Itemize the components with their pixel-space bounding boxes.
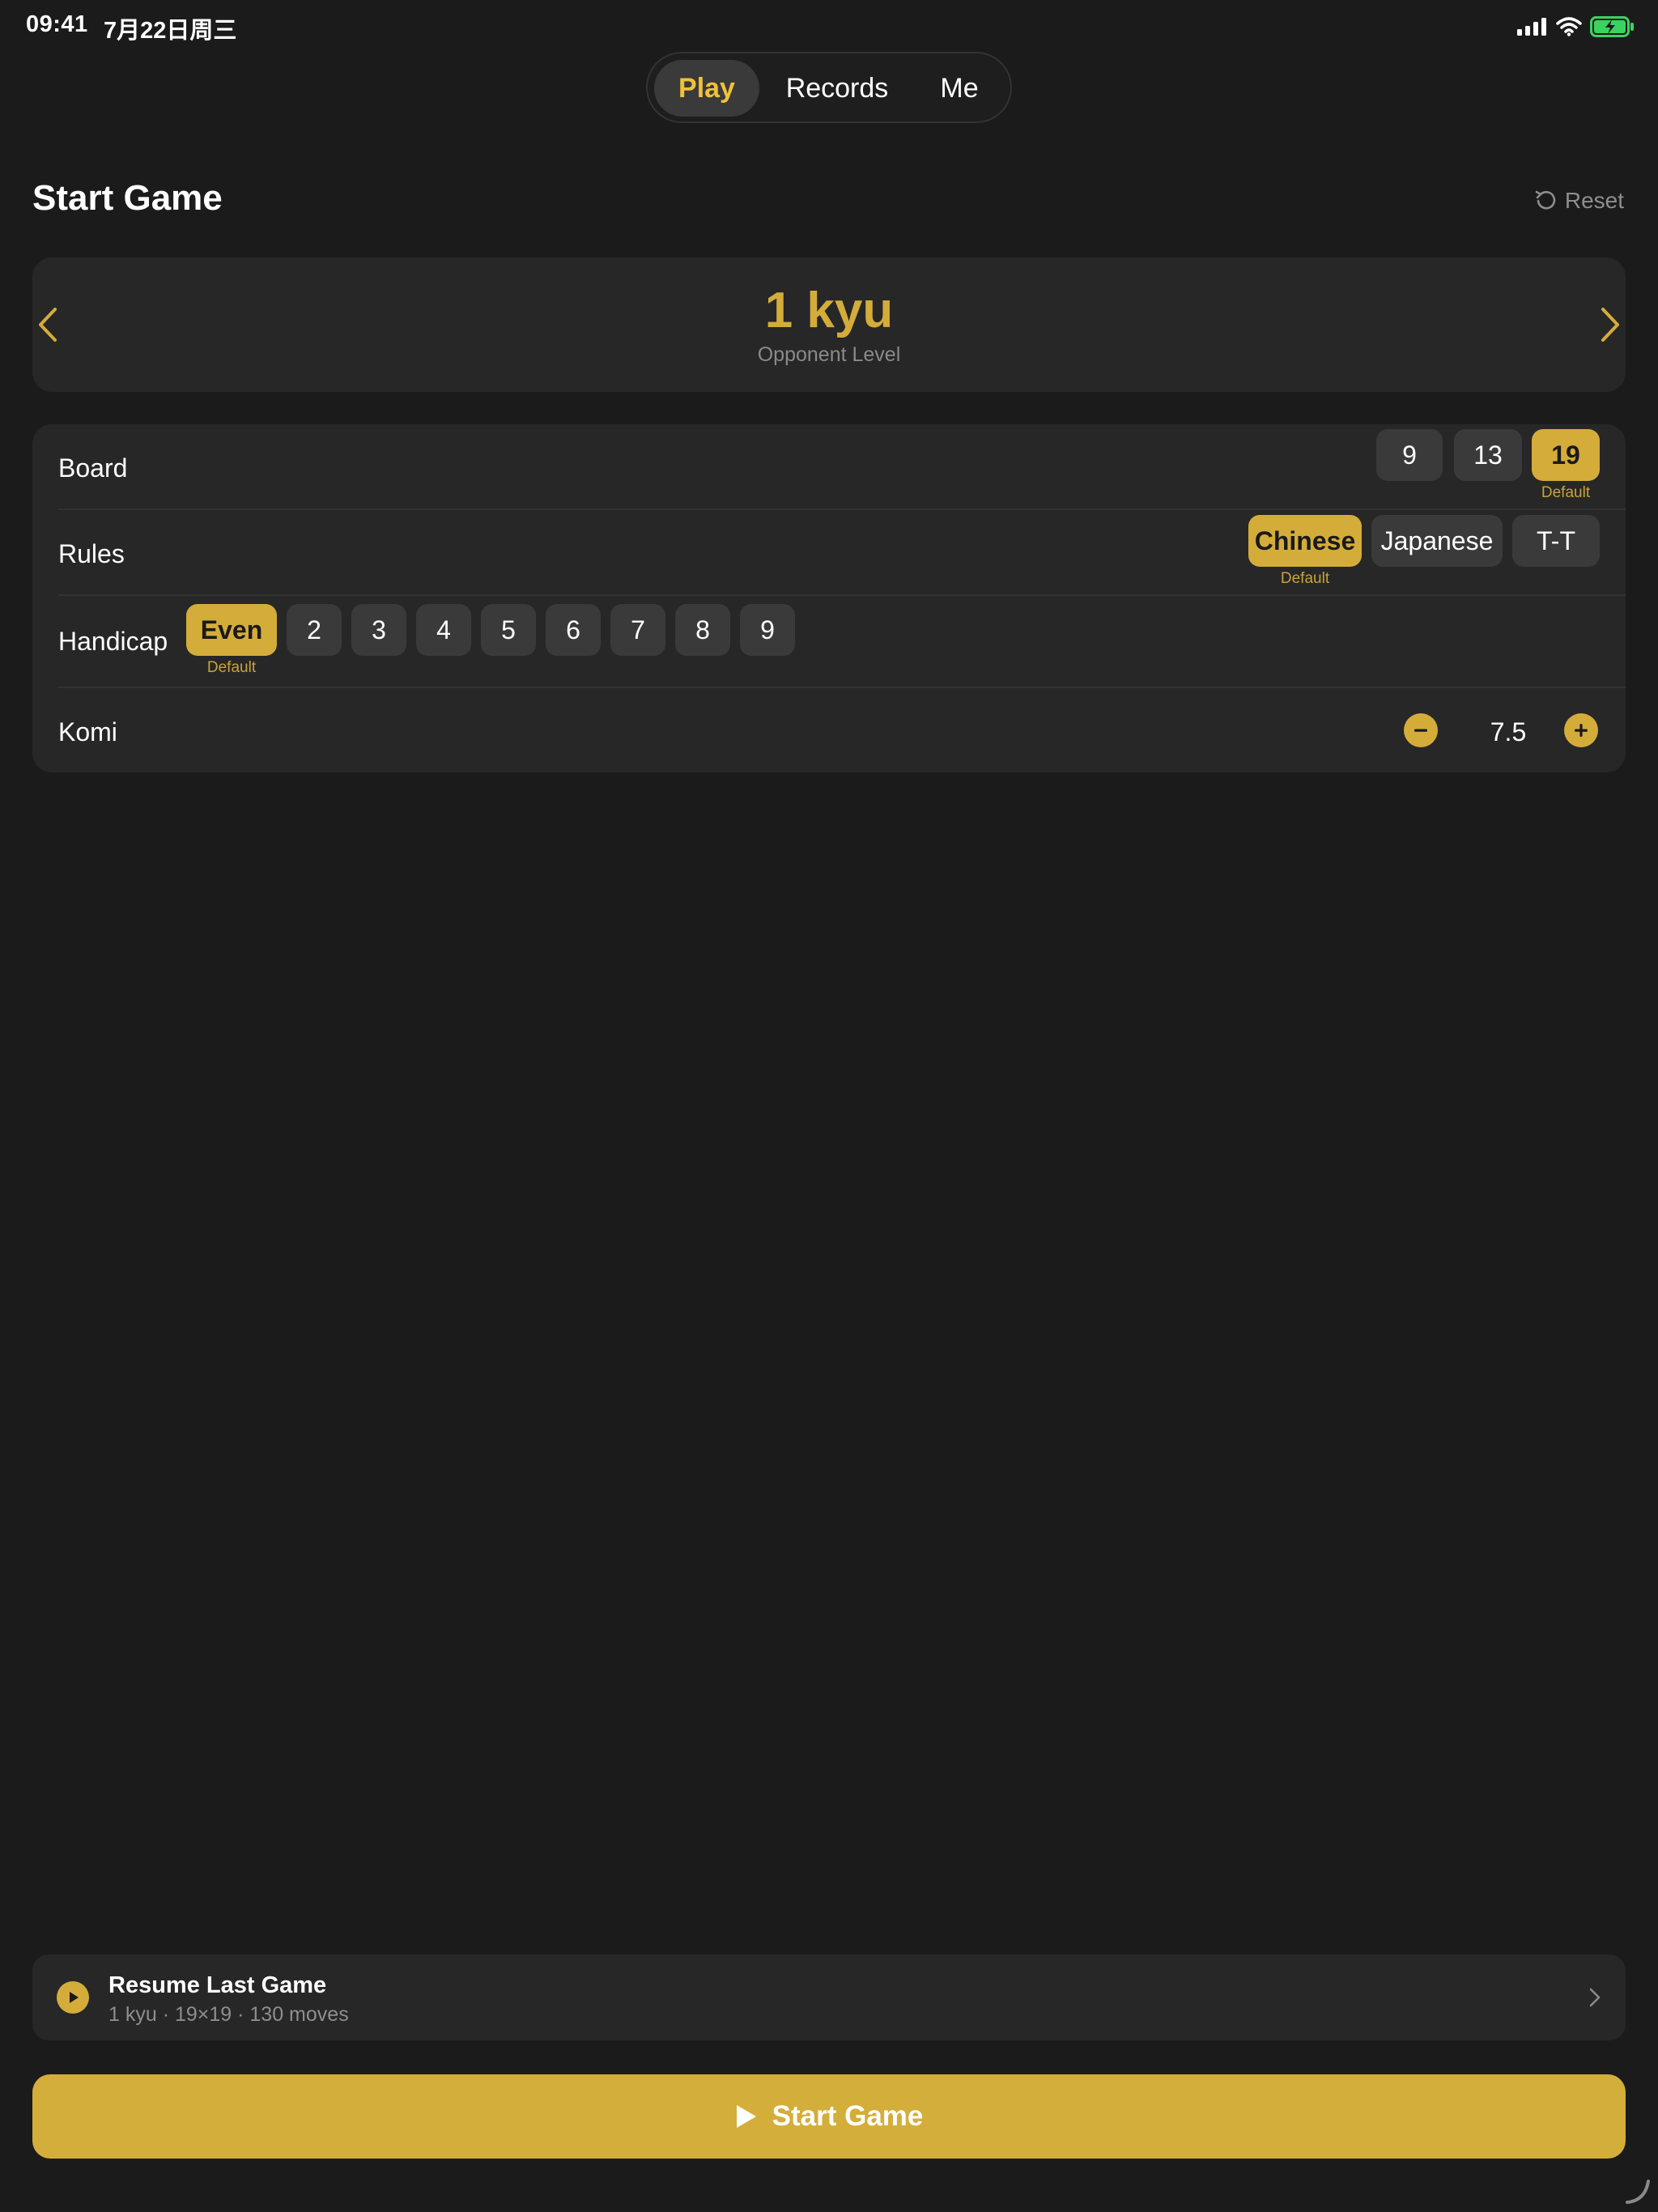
handicap-option-9[interactable]: 9	[740, 604, 795, 656]
board-label: Board	[58, 453, 128, 483]
main-tab-bar: Play Records Me	[646, 52, 1012, 123]
wifi-icon	[1556, 17, 1582, 36]
status-time: 09:41	[26, 11, 88, 37]
rules-label: Rules	[58, 539, 125, 568]
resume-subtitle: 1 kyu · 19×19 · 130 moves	[108, 2003, 349, 2026]
komi-increase-button[interactable]	[1564, 713, 1598, 747]
opponent-level-value: 1 kyu	[764, 283, 894, 338]
resume-last-game-card[interactable]: Resume Last Game 1 kyu · 19×19 · 130 mov…	[32, 1955, 1626, 2040]
game-settings-card: Board 9 13 19 Default Rules Chinese Japa…	[32, 424, 1626, 772]
rules-default-label: Default	[1280, 570, 1330, 587]
status-bar: 09:41 7月22日周三	[0, 0, 1658, 52]
handicap-option-5[interactable]: 5	[481, 604, 536, 656]
battery-charging-icon	[1590, 16, 1634, 37]
rules-option-japanese[interactable]: Japanese	[1371, 515, 1503, 567]
minus-icon	[1414, 729, 1427, 732]
komi-value: 7.5	[1490, 717, 1527, 747]
start-game-button[interactable]: Start Game	[32, 2074, 1626, 2159]
play-circle-icon	[57, 1981, 89, 2014]
resume-title: Resume Last Game	[108, 1972, 327, 1998]
handicap-option-7[interactable]: 7	[610, 604, 665, 656]
status-icons	[1517, 15, 1635, 39]
chevron-right-icon	[1589, 1988, 1601, 2007]
opponent-level-caption: Opponent Level	[757, 343, 901, 366]
divider	[58, 594, 1626, 596]
reset-label: Reset	[1564, 188, 1624, 213]
tab-me[interactable]: Me	[915, 60, 1004, 117]
resize-handle-icon	[1626, 2180, 1650, 2204]
handicap-default-label: Default	[206, 659, 257, 676]
divider	[58, 687, 1626, 688]
board-option-9[interactable]: 9	[1376, 429, 1443, 481]
signal-icon	[1517, 18, 1546, 36]
handicap-option-even[interactable]: Even	[186, 604, 277, 656]
tab-play[interactable]: Play	[654, 60, 759, 117]
board-option-19[interactable]: 19	[1532, 429, 1600, 481]
handicap-label: Handicap	[58, 627, 168, 656]
plus-icon	[1575, 724, 1588, 737]
komi-label: Komi	[58, 717, 117, 747]
reset-icon	[1535, 190, 1556, 210]
rules-option-chinese[interactable]: Chinese	[1248, 515, 1362, 567]
reset-button[interactable]: Reset	[1534, 188, 1624, 214]
board-option-13[interactable]: 13	[1454, 429, 1522, 481]
board-default-label: Default	[1541, 484, 1591, 501]
handicap-option-3[interactable]: 3	[351, 604, 406, 656]
handicap-option-8[interactable]: 8	[675, 604, 730, 656]
handicap-option-6[interactable]: 6	[546, 604, 601, 656]
handicap-option-4[interactable]: 4	[416, 604, 471, 656]
divider	[58, 508, 1626, 510]
tab-records[interactable]: Records	[766, 60, 908, 117]
rules-option-tt[interactable]: T-T	[1512, 515, 1600, 567]
komi-decrease-button[interactable]	[1404, 713, 1438, 747]
play-icon	[736, 2105, 756, 2128]
start-game-label: Start Game	[772, 2100, 924, 2132]
handicap-option-2[interactable]: 2	[287, 604, 342, 656]
page-title: Start Game	[32, 178, 223, 218]
status-date: 7月22日周三	[104, 18, 237, 44]
